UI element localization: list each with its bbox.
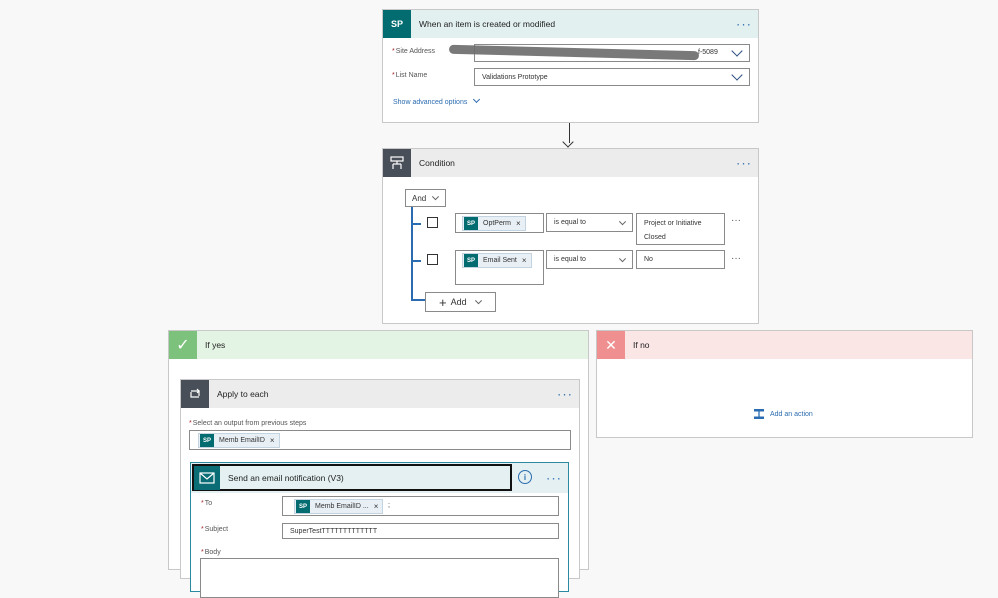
condition-left-operand[interactable]: SP Email Sent × (455, 250, 544, 285)
chevron-down-icon (474, 297, 483, 305)
email-sent-token[interactable]: SP Email Sent × (462, 253, 532, 268)
tree-line (411, 299, 425, 301)
send-email-title: Send an email notification (V3) (228, 472, 344, 483)
body-label: *Body (201, 549, 221, 556)
list-name-value: Validations Prototype (482, 73, 548, 81)
sharepoint-icon: SP (464, 254, 478, 267)
trigger-menu-icon[interactable]: ··· (736, 18, 752, 31)
body-input[interactable] (200, 558, 559, 598)
send-email-card[interactable]: Send an email notification (V3) i ··· *T… (190, 462, 569, 598)
tree-line (411, 223, 421, 225)
trigger-header[interactable]: SP When an item is created or modified ·… (383, 10, 758, 38)
and-dropdown[interactable]: And (405, 189, 446, 207)
chevron-down-icon (618, 254, 627, 262)
send-email-menu-icon[interactable]: ··· (546, 472, 562, 485)
chevron-down-icon (731, 69, 743, 81)
send-email-title-box[interactable]: Send an email notification (V3) (192, 464, 512, 491)
plus-icon: + (439, 294, 447, 310)
row-checkbox[interactable] (427, 217, 438, 228)
operator-dropdown[interactable]: is equal to (546, 213, 633, 232)
close-icon[interactable]: × (516, 219, 521, 228)
memb-emailid-token[interactable]: SP Memb EmailID ... × (294, 499, 384, 514)
mail-icon (194, 465, 220, 490)
condition-right-operand[interactable]: Project or Initiative Closed (636, 213, 725, 245)
check-icon: ✓ (169, 331, 197, 359)
site-address-label: *Site Address (392, 48, 436, 55)
row-checkbox[interactable] (427, 254, 438, 265)
list-name-dropdown[interactable]: Validations Prototype (474, 68, 750, 86)
subject-label: *Subject (201, 526, 229, 533)
chevron-down-icon (431, 193, 440, 201)
select-output-field[interactable]: SP Memb EmailID × (189, 430, 571, 450)
condition-menu-icon[interactable]: ··· (736, 157, 752, 170)
cross-icon: ✕ (597, 331, 625, 359)
trigger-title: When an item is created or modified (419, 19, 556, 29)
condition-card[interactable]: Condition ··· And SP OptPerm × is equal … (382, 148, 759, 324)
tree-line (411, 207, 413, 300)
chevron-down-icon (618, 217, 627, 225)
apply-to-each-title: Apply to each (217, 389, 269, 399)
info-icon[interactable]: i (518, 470, 532, 484)
condition-title: Condition (419, 158, 455, 168)
subject-input[interactable]: SuperTestTTTTTTTTTTTTT (282, 523, 559, 539)
sharepoint-icon: SP (464, 217, 478, 230)
add-action-icon (753, 408, 765, 420)
condition-icon (383, 149, 411, 177)
apply-to-each-header[interactable]: Apply to each ··· (181, 380, 579, 408)
show-advanced-options-link[interactable]: Show advanced options (393, 95, 481, 106)
to-field[interactable]: SP Memb EmailID ... × ; (282, 496, 559, 516)
chevron-down-icon (731, 45, 743, 57)
send-email-header[interactable]: Send an email notification (V3) i ··· (191, 463, 568, 493)
row-menu-icon[interactable]: ··· (731, 253, 741, 264)
if-yes-branch[interactable]: ✓ If yes Apply to each ··· *Select an ou… (168, 330, 589, 598)
select-output-label: *Select an output from previous steps (189, 420, 307, 427)
loop-icon (181, 380, 209, 408)
to-label: *To (201, 500, 213, 507)
condition-left-operand[interactable]: SP OptPerm × (455, 213, 544, 233)
if-no-title: If no (633, 340, 650, 350)
chevron-down-icon (473, 95, 481, 104)
operator-dropdown[interactable]: is equal to (546, 250, 633, 269)
add-an-action-button[interactable]: Add an action (753, 408, 813, 420)
memb-emailid-token[interactable]: SP Memb EmailID × (198, 433, 280, 448)
apply-to-each-menu-icon[interactable]: ··· (557, 388, 573, 401)
sharepoint-icon: SP (383, 10, 411, 38)
connector-arrowhead (562, 136, 574, 148)
sharepoint-icon: SP (296, 500, 310, 513)
site-address-value: f-5089 (698, 49, 718, 56)
if-no-branch[interactable]: ✕ If no Add an action (596, 330, 973, 438)
to-separator: ; (388, 502, 390, 509)
apply-to-each-card[interactable]: Apply to each ··· *Select an output from… (180, 379, 580, 598)
row-menu-icon[interactable]: ··· (731, 215, 741, 226)
close-icon[interactable]: × (522, 256, 527, 265)
add-button[interactable]: + Add (425, 292, 496, 312)
close-icon[interactable]: × (270, 436, 275, 445)
site-address-dropdown[interactable]: f-5089 (448, 44, 750, 62)
list-name-label: *List Name (392, 72, 428, 79)
condition-right-operand[interactable]: No (636, 250, 725, 269)
redaction-scribble (448, 44, 700, 61)
trigger-card[interactable]: SP When an item is created or modified ·… (382, 9, 759, 123)
optperm-token[interactable]: SP OptPerm × (462, 216, 526, 231)
if-yes-header[interactable]: ✓ If yes (169, 331, 588, 359)
if-no-header[interactable]: ✕ If no (597, 331, 972, 359)
if-yes-title: If yes (205, 340, 226, 350)
condition-header[interactable]: Condition ··· (383, 149, 758, 177)
close-icon[interactable]: × (374, 502, 379, 511)
sharepoint-icon: SP (200, 434, 214, 447)
tree-line (411, 260, 421, 262)
